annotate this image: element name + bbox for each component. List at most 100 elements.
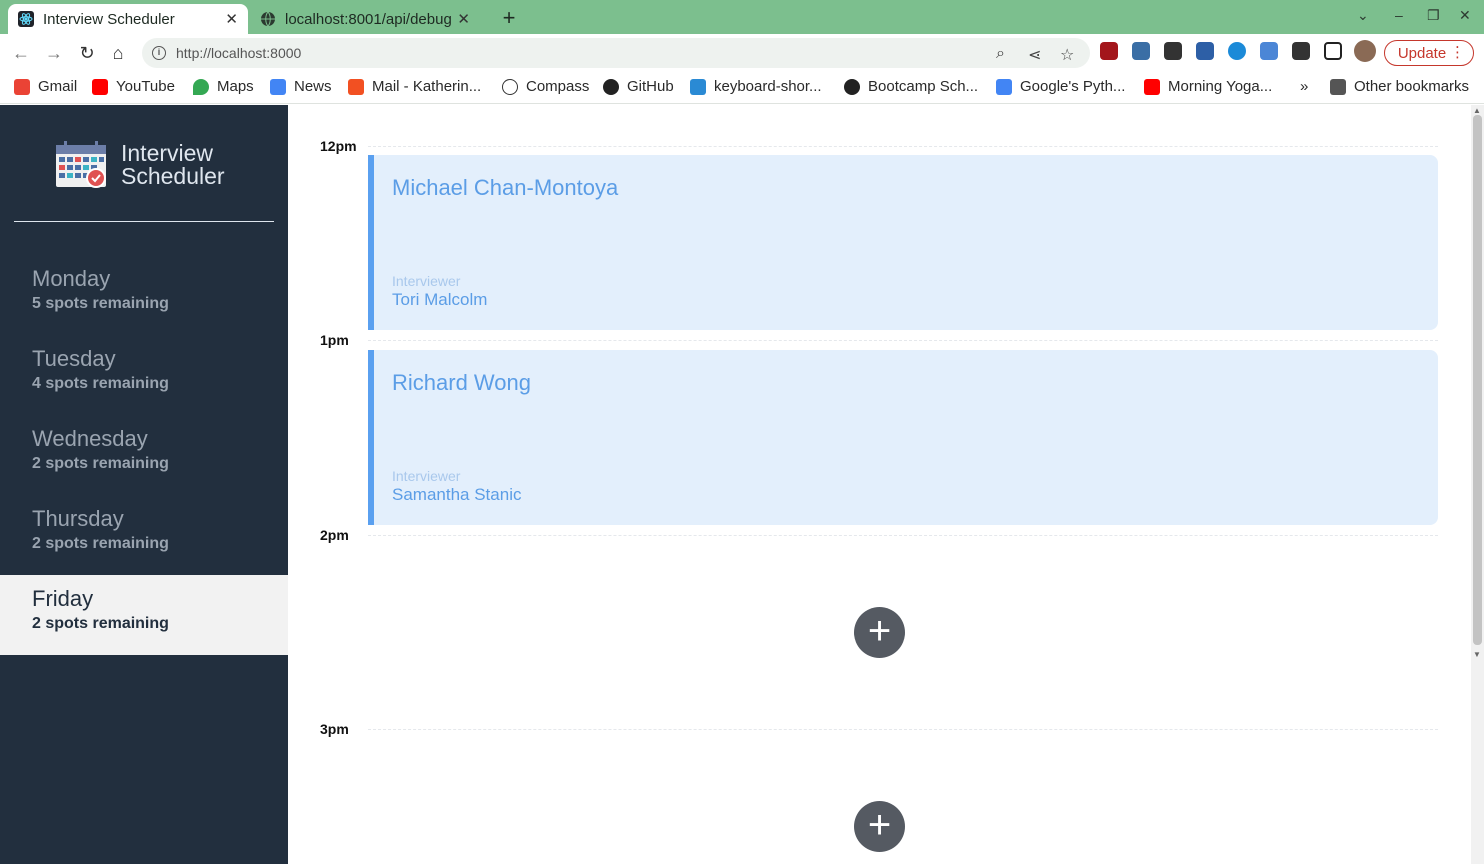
bookmark-compass[interactable]: Compass bbox=[502, 78, 589, 95]
address-bar[interactable]: i http://localhost:8000 ⌕ ⋖ ☆ bbox=[142, 38, 1090, 68]
interviewer-name: Tori Malcolm bbox=[392, 290, 488, 309]
youtube-icon bbox=[92, 78, 108, 95]
tab-title: localhost:8001/api/debug bbox=[285, 10, 452, 28]
slot-divider bbox=[368, 729, 1438, 730]
profile-avatar[interactable] bbox=[1354, 40, 1376, 62]
bookmark-star-icon[interactable]: ☆ bbox=[1060, 45, 1074, 65]
share-icon[interactable]: ⋖ bbox=[1028, 45, 1041, 65]
bookmark-gmail[interactable]: Gmail bbox=[14, 78, 77, 95]
appointment-card[interactable]: Richard Wong Interviewer Samantha Stanic bbox=[368, 350, 1438, 525]
calendar-icon bbox=[56, 141, 106, 188]
reload-icon[interactable]: ↻ bbox=[76, 42, 98, 64]
day-item-friday[interactable]: Friday 2 spots remaining bbox=[0, 575, 288, 655]
close-window-icon[interactable]: ✕ bbox=[1459, 7, 1471, 24]
day-name: Monday bbox=[32, 266, 111, 291]
globe-icon bbox=[844, 78, 860, 95]
bookmark-maps[interactable]: Maps bbox=[193, 78, 254, 95]
minimize-icon[interactable]: ‒ bbox=[1395, 7, 1403, 23]
scroll-down-icon[interactable]: ▼ bbox=[1473, 650, 1481, 659]
student-name: Richard Wong bbox=[392, 370, 531, 395]
slot-time: 3pm bbox=[320, 721, 349, 737]
student-name: Michael Chan-Montoya bbox=[392, 175, 619, 200]
side-panel-icon[interactable] bbox=[1324, 42, 1342, 60]
vscode-icon bbox=[690, 78, 706, 95]
bookmark-mail[interactable]: Mail - Katherin... bbox=[348, 78, 481, 95]
github-icon bbox=[603, 78, 619, 95]
globe-icon bbox=[261, 11, 275, 27]
bookmarks-bar: Gmail YouTube Maps News Mail - Katherin.… bbox=[0, 72, 1484, 104]
extension-icon[interactable] bbox=[1228, 42, 1246, 60]
extension-icon[interactable] bbox=[1132, 42, 1150, 60]
day-name: Tuesday bbox=[32, 346, 116, 371]
slot-time: 12pm bbox=[320, 138, 357, 154]
interviewer-name: Samantha Stanic bbox=[392, 485, 522, 504]
tab-interview-scheduler[interactable]: Interview Scheduler ✕ bbox=[8, 4, 248, 34]
microsoft-icon bbox=[348, 78, 364, 95]
zoom-icon[interactable]: ⌕ bbox=[996, 45, 1005, 63]
bookmark-bootcamp[interactable]: Bootcamp Sch... bbox=[844, 78, 978, 95]
bookmark-keyboard-shortcuts[interactable]: keyboard-shor... bbox=[690, 78, 822, 95]
puzzle-extensions-icon[interactable] bbox=[1292, 42, 1310, 60]
close-tab-icon[interactable]: ✕ bbox=[225, 10, 238, 28]
folder-icon bbox=[1330, 78, 1346, 95]
day-spots: 2 spots remaining bbox=[32, 455, 169, 472]
site-info-icon[interactable]: i bbox=[152, 46, 166, 60]
day-item-thursday[interactable]: Thursday 2 spots remaining bbox=[0, 495, 288, 575]
day-spots: 2 spots remaining bbox=[32, 535, 169, 552]
menu-dots-icon[interactable]: ⋮ bbox=[1450, 43, 1465, 61]
bookmark-other[interactable]: Other bookmarks bbox=[1330, 78, 1469, 95]
day-name: Friday bbox=[32, 586, 94, 611]
day-item-monday[interactable]: Monday 5 spots remaining bbox=[0, 255, 288, 335]
slot-divider bbox=[368, 340, 1438, 341]
extension-icon[interactable] bbox=[1260, 42, 1278, 60]
day-item-wednesday[interactable]: Wednesday 2 spots remaining bbox=[0, 415, 288, 495]
app-title: Interview Scheduler bbox=[121, 140, 225, 189]
extension-icon[interactable] bbox=[1164, 42, 1182, 60]
maps-icon bbox=[193, 78, 209, 95]
gmail-icon bbox=[14, 78, 30, 95]
appointment-card[interactable]: Michael Chan-Montoya Interviewer Tori Ma… bbox=[368, 155, 1438, 330]
add-appointment-button[interactable]: + bbox=[854, 607, 905, 658]
youtube-icon bbox=[1144, 78, 1160, 95]
update-label: Update bbox=[1397, 44, 1447, 62]
day-spots: 5 spots remaining bbox=[32, 295, 169, 312]
bookmark-google-python[interactable]: Google's Pyth... bbox=[996, 78, 1125, 95]
day-spots: 4 spots remaining bbox=[32, 375, 169, 392]
day-item-tuesday[interactable]: Tuesday 4 spots remaining bbox=[0, 335, 288, 415]
forward-icon[interactable]: → bbox=[43, 42, 65, 64]
bookmark-github[interactable]: GitHub bbox=[603, 78, 674, 95]
day-spots: 2 spots remaining bbox=[32, 615, 169, 632]
url-text: http://localhost:8000 bbox=[176, 45, 302, 61]
slot-divider bbox=[368, 535, 1438, 536]
slot-divider bbox=[368, 146, 1438, 147]
ublock-extension-icon[interactable] bbox=[1100, 42, 1118, 60]
bookmark-morning-yoga[interactable]: Morning Yoga... bbox=[1144, 78, 1272, 95]
compass-icon bbox=[502, 78, 518, 95]
home-icon[interactable]: ⌂ bbox=[107, 42, 129, 64]
add-appointment-button[interactable]: + bbox=[854, 801, 905, 852]
slot-time: 2pm bbox=[320, 527, 349, 543]
bookmark-youtube[interactable]: YouTube bbox=[92, 78, 175, 95]
sidebar-divider bbox=[14, 221, 274, 222]
bookmarks-overflow[interactable]: » bbox=[1300, 78, 1308, 95]
tab-search-icon[interactable]: ⌄ bbox=[1357, 7, 1369, 24]
scroll-up-icon[interactable]: ▲ bbox=[1473, 106, 1481, 115]
browser-tab-strip: Interview Scheduler ✕ localhost:8001/api… bbox=[0, 0, 1484, 34]
app-logo: Interview Scheduler bbox=[55, 141, 225, 189]
tab-api-debug[interactable]: localhost:8001/api/debug ✕ bbox=[250, 4, 480, 34]
interviewer-label: Interviewer bbox=[392, 273, 461, 289]
close-tab-icon[interactable]: ✕ bbox=[457, 10, 470, 28]
update-button[interactable]: Update ⋮ bbox=[1384, 40, 1474, 66]
react-favicon-icon bbox=[18, 11, 34, 27]
restore-icon[interactable]: ❐ bbox=[1427, 7, 1440, 24]
extension-icon[interactable] bbox=[1196, 42, 1214, 60]
day-name: Wednesday bbox=[32, 426, 148, 451]
back-icon[interactable]: ← bbox=[10, 42, 32, 64]
sidebar: Interview Scheduler Monday 5 spots remai… bbox=[0, 105, 288, 864]
scrollbar-thumb[interactable] bbox=[1473, 115, 1482, 645]
new-tab-button[interactable]: + bbox=[498, 5, 520, 31]
bookmark-news[interactable]: News bbox=[270, 78, 332, 95]
interviewer-label: Interviewer bbox=[392, 468, 461, 484]
day-name: Thursday bbox=[32, 506, 124, 531]
slot-time: 1pm bbox=[320, 332, 349, 348]
